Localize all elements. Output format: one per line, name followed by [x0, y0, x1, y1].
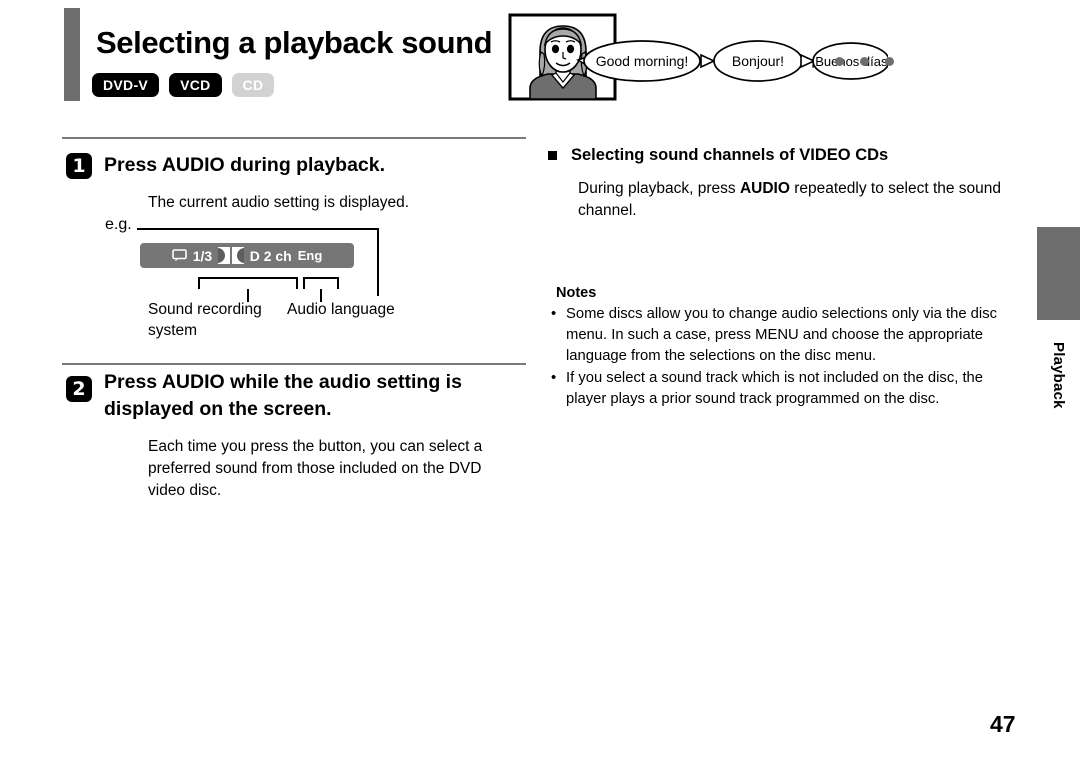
intro-text-pre: During playback, press — [578, 180, 740, 197]
page-number: 47 — [990, 711, 1016, 737]
disc-badge-cd: CD — [231, 73, 275, 97]
side-tab-label-text: Playback — [1050, 341, 1067, 409]
note-bullet-icon: • — [551, 306, 557, 322]
callout-label-audio-language: Audio language — [287, 301, 395, 318]
osd-track-number: 1/3 — [192, 247, 213, 264]
eg-leader-vertical — [377, 228, 379, 296]
note-item: • If you select a sound track which is n… — [548, 368, 1023, 410]
svg-text:Bonjour!: Bonjour! — [732, 53, 784, 69]
header-accent-bar — [64, 8, 80, 101]
page-title: Selecting a playback sound — [96, 25, 493, 60]
callout-bracket-audio-language-right — [337, 277, 339, 289]
note-item: • Some discs allow you to change audio s… — [548, 304, 1023, 367]
intro-text-audio-keyword: AUDIO — [739, 180, 790, 197]
divider-top — [62, 137, 526, 139]
callout-bracket-audio-language-top — [303, 277, 339, 279]
disc-badge-vcd: VCD — [169, 73, 222, 97]
osd-audio-language: Eng — [297, 248, 323, 263]
note-text: If you select a sound track which is not… — [566, 370, 984, 407]
speech-balloon-icon — [171, 249, 187, 262]
square-bullet-icon — [548, 151, 557, 160]
svg-text:Good morning!: Good morning! — [596, 53, 689, 69]
side-tab-playback: Playback — [1037, 320, 1080, 430]
notes-title: Notes — [556, 285, 597, 301]
ellipsis-dots — [835, 57, 894, 66]
callout-bracket-sound-system-top — [198, 277, 298, 279]
section-heading-text: Selecting sound channels of VIDEO CDs — [571, 146, 889, 164]
divider-middle — [62, 363, 526, 365]
disc-badge-group: DVD-V VCD CD — [92, 73, 275, 97]
callout-label-sound-recording-system: Sound recording system — [148, 301, 262, 339]
step-2-heading: Press AUDIO while the audio setting is d… — [104, 371, 462, 420]
section-intro-paragraph: During playback, press AUDIO repeatedly … — [578, 178, 1018, 222]
osd-audio-format: D 2 ch — [249, 247, 292, 264]
notes-list: • Some discs allow you to change audio s… — [548, 304, 1023, 411]
step-number-2: 2 — [66, 376, 92, 402]
step-number-1: 1 — [66, 153, 92, 179]
illustration-tv-woman-speech-bubbles: Good morning! Bonjour! ¡Buenos días! — [508, 12, 907, 104]
step-1-heading: Press AUDIO during playback. — [104, 154, 386, 176]
eg-leader-horizontal — [137, 228, 379, 230]
side-tab-block — [1037, 227, 1080, 320]
note-text: Some discs allow you to change audio sel… — [566, 306, 997, 364]
eg-label: e.g. — [105, 216, 132, 233]
disc-badge-dvd-v: DVD-V — [92, 73, 160, 97]
step-1-body: The current audio setting is displayed. — [148, 194, 410, 211]
section-heading-video-cd: Selecting sound channels of VIDEO CDs — [548, 146, 888, 165]
step-2-body: Each time you press the button, you can … — [148, 438, 483, 499]
note-bullet-icon: • — [551, 370, 557, 386]
dolby-digital-icon — [218, 247, 244, 264]
callout-bracket-sound-system-right — [296, 277, 298, 289]
osd-status-bar: 1/3 D 2 ch Eng — [140, 243, 354, 268]
